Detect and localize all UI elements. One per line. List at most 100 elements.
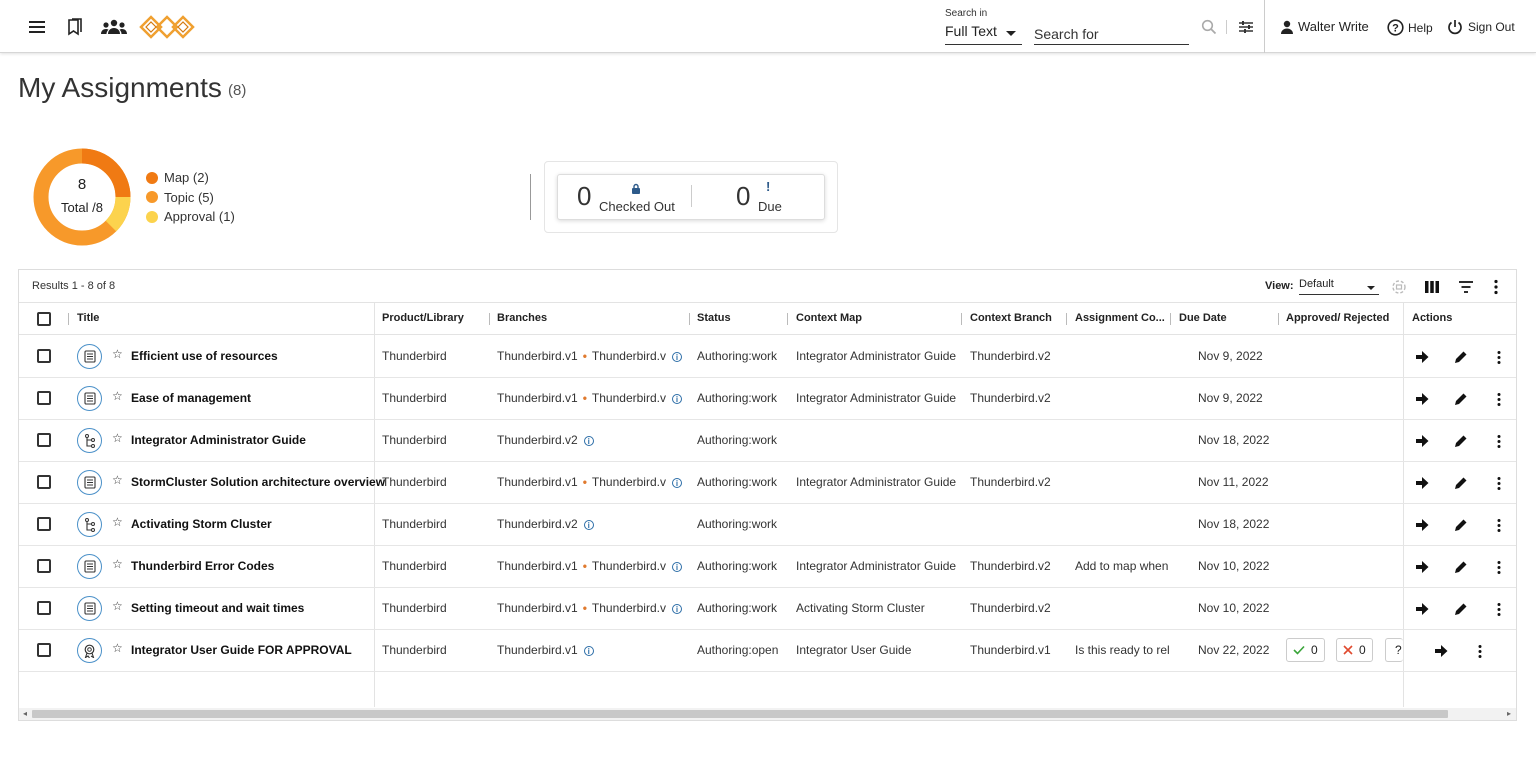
column-header-status[interactable]: Status — [697, 312, 731, 324]
favorite-star-icon[interactable]: ☆ — [112, 389, 123, 403]
edit-pencil-icon[interactable] — [1451, 516, 1469, 534]
legend-item-map[interactable]: Map (2) — [146, 168, 235, 188]
edit-pencil-icon[interactable] — [1451, 558, 1469, 576]
scroll-right-icon[interactable]: ▸ — [1507, 709, 1511, 718]
row-more-icon[interactable] — [1471, 642, 1489, 660]
sign-out-link[interactable]: Sign Out — [1447, 19, 1515, 35]
favorite-star-icon[interactable]: ☆ — [112, 641, 123, 655]
open-arrow-icon[interactable] — [1413, 390, 1431, 408]
table-row[interactable]: ☆ Activating Storm Cluster Thunderbird T… — [19, 504, 1516, 546]
row-checkbox[interactable] — [37, 475, 51, 489]
reject-button[interactable]: 0 — [1336, 638, 1373, 662]
row-more-icon[interactable] — [1490, 600, 1508, 618]
favorite-star-icon[interactable]: ☆ — [112, 515, 123, 529]
edit-pencil-icon[interactable] — [1451, 348, 1469, 366]
row-more-icon[interactable] — [1490, 432, 1508, 450]
select-all-checkbox[interactable] — [37, 312, 51, 326]
scrollbar-thumb[interactable] — [32, 710, 1448, 718]
info-icon[interactable]: i — [671, 603, 682, 614]
menu-icon[interactable] — [26, 16, 48, 38]
column-header-context-map[interactable]: Context Map — [796, 312, 862, 324]
row-checkbox[interactable] — [37, 643, 51, 657]
row-checkbox[interactable] — [37, 349, 51, 363]
open-arrow-icon[interactable] — [1432, 642, 1450, 660]
help-link[interactable]: ? Help — [1387, 19, 1433, 36]
favorite-star-icon[interactable]: ☆ — [112, 473, 123, 487]
info-icon[interactable]: i — [583, 435, 594, 446]
table-row[interactable]: ☆ Integrator Administrator Guide Thunder… — [19, 420, 1516, 462]
row-title[interactable]: Thunderbird Error Codes — [131, 559, 274, 573]
open-arrow-icon[interactable] — [1413, 348, 1431, 366]
edit-pencil-icon[interactable] — [1451, 432, 1469, 450]
row-title[interactable]: StormCluster Solution architecture overv… — [131, 475, 385, 489]
legend-item-topic[interactable]: Topic (5) — [146, 188, 235, 208]
search-icon[interactable] — [1198, 16, 1220, 38]
row-title[interactable]: Integrator Administrator Guide — [131, 433, 306, 447]
more-options-icon[interactable] — [1493, 279, 1499, 300]
pending-button[interactable]: ? — [1385, 638, 1403, 662]
brand-logo-icon[interactable] — [139, 12, 199, 42]
horizontal-scrollbar[interactable]: ◂ ▸ — [19, 708, 1516, 720]
open-arrow-icon[interactable] — [1413, 474, 1431, 492]
user-menu[interactable]: Walter Write — [1280, 19, 1369, 34]
favorite-star-icon[interactable]: ☆ — [112, 599, 123, 613]
table-row[interactable]: ☆ StormCluster Solution architecture ove… — [19, 462, 1516, 504]
row-more-icon[interactable] — [1490, 348, 1508, 366]
favorite-star-icon[interactable]: ☆ — [112, 347, 123, 361]
table-row[interactable]: ☆ Integrator User Guide FOR APPROVAL Thu… — [19, 630, 1516, 672]
column-header-approved-rejected[interactable]: Approved/ Rejected — [1286, 312, 1389, 324]
bookmarks-icon[interactable] — [64, 16, 86, 38]
row-checkbox[interactable] — [37, 433, 51, 447]
team-icon[interactable] — [100, 16, 128, 38]
info-icon[interactable]: i — [583, 519, 594, 530]
approve-button[interactable]: 0 — [1286, 638, 1325, 662]
row-title[interactable]: Setting timeout and wait times — [131, 601, 304, 615]
table-row[interactable]: ☆ Efficient use of resources Thunderbird… — [19, 336, 1516, 378]
edit-pencil-icon[interactable] — [1451, 600, 1469, 618]
info-icon[interactable]: i — [671, 477, 682, 488]
row-more-icon[interactable] — [1490, 390, 1508, 408]
column-header-assignment-comment[interactable]: Assignment Co... — [1075, 312, 1165, 324]
filter-icon[interactable] — [1458, 280, 1474, 299]
view-select[interactable]: Default — [1299, 278, 1379, 295]
row-title[interactable]: Efficient use of resources — [131, 349, 278, 363]
due-count[interactable]: 0 — [736, 181, 750, 212]
open-arrow-icon[interactable] — [1413, 432, 1431, 450]
row-title[interactable]: Ease of management — [131, 391, 251, 405]
favorite-star-icon[interactable]: ☆ — [112, 431, 123, 445]
row-more-icon[interactable] — [1490, 516, 1508, 534]
column-header-product[interactable]: Product/Library — [382, 312, 464, 324]
checked-out-count[interactable]: 0 — [577, 181, 591, 212]
table-row[interactable]: ☆ Ease of management Thunderbird Thunder… — [19, 378, 1516, 420]
table-row[interactable]: ☆ Thunderbird Error Codes Thunderbird Th… — [19, 546, 1516, 588]
favorite-star-icon[interactable]: ☆ — [112, 557, 123, 571]
open-arrow-icon[interactable] — [1413, 516, 1431, 534]
column-header-due-date[interactable]: Due Date — [1179, 312, 1227, 324]
legend-item-approval[interactable]: Approval (1) — [146, 207, 235, 227]
row-checkbox[interactable] — [37, 559, 51, 573]
search-input[interactable] — [1034, 23, 1189, 45]
row-more-icon[interactable] — [1490, 474, 1508, 492]
column-header-context-branch[interactable]: Context Branch — [970, 312, 1052, 324]
row-checkbox[interactable] — [37, 601, 51, 615]
row-more-icon[interactable] — [1490, 558, 1508, 576]
column-header-branches[interactable]: Branches — [497, 312, 547, 324]
search-scope-select[interactable]: Full Text — [945, 23, 1022, 45]
filter-settings-icon[interactable] — [1235, 16, 1257, 38]
open-arrow-icon[interactable] — [1413, 558, 1431, 576]
row-title[interactable]: Integrator User Guide FOR APPROVAL — [131, 643, 352, 657]
scroll-left-icon[interactable]: ◂ — [23, 709, 27, 718]
row-checkbox[interactable] — [37, 391, 51, 405]
table-row[interactable]: ☆ Setting timeout and wait times Thunder… — [19, 588, 1516, 630]
edit-pencil-icon[interactable] — [1451, 390, 1469, 408]
column-header-title[interactable]: Title — [77, 312, 99, 324]
row-title[interactable]: Activating Storm Cluster — [131, 517, 272, 531]
open-arrow-icon[interactable] — [1413, 600, 1431, 618]
refresh-icon[interactable] — [1389, 277, 1409, 302]
row-checkbox[interactable] — [37, 517, 51, 531]
info-icon[interactable]: i — [671, 393, 682, 404]
info-icon[interactable]: i — [671, 351, 682, 362]
edit-pencil-icon[interactable] — [1451, 474, 1469, 492]
info-icon[interactable]: i — [583, 645, 594, 656]
columns-icon[interactable] — [1424, 280, 1440, 299]
